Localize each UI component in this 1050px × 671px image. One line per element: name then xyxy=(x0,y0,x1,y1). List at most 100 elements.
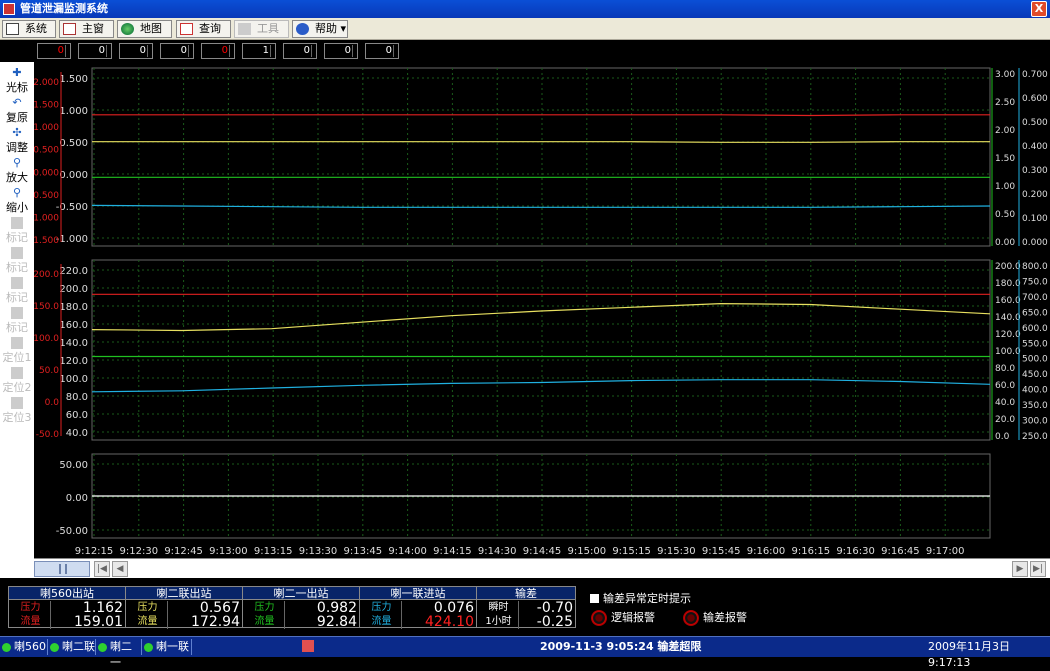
flow-value: 92.84 xyxy=(316,614,357,630)
help-icon xyxy=(296,23,309,35)
mark-icon xyxy=(11,307,23,319)
spinner-2[interactable]: 0 xyxy=(78,43,112,59)
close-button[interactable]: X xyxy=(1031,1,1047,17)
tick-label: 3.00 xyxy=(995,70,1015,80)
spinner-5[interactable]: 0 xyxy=(201,43,235,59)
time-label: 9:15:00 xyxy=(568,546,607,557)
menu-help[interactable]: 帮助 ▾ xyxy=(292,20,348,38)
app-icon xyxy=(3,3,15,15)
pressure-label: 压力 xyxy=(245,601,285,615)
diff-title: 输差 xyxy=(477,587,575,600)
tool-label: 标记 xyxy=(6,321,28,334)
time-label: 9:14:15 xyxy=(433,546,472,557)
time-label: 9:14:45 xyxy=(523,546,562,557)
grip-icon xyxy=(59,564,67,574)
time-label: 9:16:00 xyxy=(747,546,786,557)
tool-8[interactable]: 标记 xyxy=(0,305,34,335)
flow-label: 流量 xyxy=(245,615,285,629)
scroll-prev-arrow[interactable]: ◀ xyxy=(112,561,128,577)
tool-label: 定位1 xyxy=(2,351,32,364)
station-title: 喇二联出站 xyxy=(126,587,242,600)
tick-label: 500.0 xyxy=(1022,355,1048,365)
scroll-next-arrow[interactable]: ▶ xyxy=(1012,561,1028,577)
tick-label: 650.0 xyxy=(1022,308,1048,318)
spinner-6[interactable]: 1 xyxy=(242,43,276,59)
tool-11[interactable]: 定位3 xyxy=(0,395,34,425)
tool-9[interactable]: 定位1 xyxy=(0,335,34,365)
menu-map[interactable]: 地图 xyxy=(117,20,172,38)
spinner-7[interactable]: 0 xyxy=(283,43,317,59)
spinner-3[interactable]: 0 xyxy=(119,43,153,59)
speaker-icon[interactable] xyxy=(302,640,314,652)
tick-label: 40.0 xyxy=(995,398,1015,408)
tick-label: 0.000 xyxy=(59,170,88,181)
tick-label: 750.0 xyxy=(1022,277,1048,287)
tool-4[interactable]: ⚲ 缩小 xyxy=(0,185,34,215)
channel-spinners: 0 0 0 0 0 1 0 0 0 xyxy=(0,40,1050,62)
scroll-left-arrow[interactable]: |◀ xyxy=(94,561,110,577)
spinner-9[interactable]: 0 xyxy=(365,43,399,59)
tick-label: 0.00 xyxy=(995,238,1015,248)
tick-label: 0.0 xyxy=(995,432,1010,442)
tick-label: -1.500 xyxy=(34,236,59,246)
online-dot-icon xyxy=(144,643,153,652)
status-station-1: 喇560 xyxy=(0,639,48,655)
tool-5[interactable]: 标记 xyxy=(0,215,34,245)
tick-label: 0.000 xyxy=(1022,238,1048,248)
tick-label: 120.0 xyxy=(59,356,88,367)
locate-icon xyxy=(11,367,23,379)
zoom-out-icon: ⚲ xyxy=(12,186,22,199)
tool-1[interactable]: ↶ 复原 xyxy=(0,95,34,125)
tool-label: 调整 xyxy=(6,141,28,154)
time-label: 9:17:00 xyxy=(926,546,965,557)
spinner-1[interactable]: 0 xyxy=(37,43,71,59)
globe-icon xyxy=(121,23,134,35)
app-window: 管道泄漏监测系统 X 系统 ▾ 主窗 地图 查询 工具 ▾ 帮助 ▾ 0 xyxy=(0,0,1050,669)
hour-label: 1小时 xyxy=(479,615,519,629)
tick-label: 0.500 xyxy=(59,138,88,149)
tick-label: 0.500 xyxy=(1022,118,1048,128)
tick-label: 400.0 xyxy=(1022,386,1048,396)
tick-label: 50.0 xyxy=(39,366,59,376)
tool-3[interactable]: ⚲ 放大 xyxy=(0,155,34,185)
alarm-led-icon xyxy=(591,610,607,626)
hour-value: -0.25 xyxy=(536,614,573,630)
menu-system[interactable]: 系统 ▾ xyxy=(2,20,56,51)
flow-value: 159.01 xyxy=(74,614,123,630)
time-label: 9:13:15 xyxy=(254,546,293,557)
diff-box: 输差 瞬时 -0.70 1小时 -0.25 xyxy=(476,586,576,630)
tool-10[interactable]: 定位2 xyxy=(0,365,34,395)
flow-label: 流量 xyxy=(11,615,51,629)
checkbox-box[interactable] xyxy=(590,594,599,603)
spinner-4[interactable]: 0 xyxy=(160,43,194,59)
tool-6[interactable]: 标记 xyxy=(0,245,34,275)
time-label: 9:12:45 xyxy=(164,546,203,557)
tool-7[interactable]: 标记 xyxy=(0,275,34,305)
tick-label: 2.50 xyxy=(995,98,1015,108)
scroll-end-arrow[interactable]: ▶| xyxy=(1030,561,1046,577)
scroll-thumb[interactable] xyxy=(34,561,90,577)
time-label: 9:15:30 xyxy=(657,546,696,557)
tool-0[interactable]: ✚ 光标 xyxy=(0,65,34,95)
tick-label: 100.0 xyxy=(34,334,59,344)
tick-label: 120.0 xyxy=(995,330,1021,340)
menu-main[interactable]: 主窗 xyxy=(59,20,114,38)
time-scrollbar[interactable]: |◀ ◀ ▶ ▶| xyxy=(34,558,1050,578)
mark-icon xyxy=(11,217,23,229)
spinner-8[interactable]: 0 xyxy=(324,43,358,59)
menu-tools[interactable]: 工具 ▾ xyxy=(234,20,289,51)
tool-2[interactable]: ✣ 调整 xyxy=(0,125,34,155)
menu-query[interactable]: 查询 xyxy=(176,20,231,38)
tick-label: 1.000 xyxy=(59,106,88,117)
tool-label: 缩小 xyxy=(6,201,28,214)
tick-label: 160.0 xyxy=(995,296,1021,306)
pressure-value: 0.076 xyxy=(433,600,474,616)
diff-timer-checkbox[interactable]: 输差异常定时提示 xyxy=(590,590,691,606)
tick-label: 50.00 xyxy=(59,460,88,471)
flow-value: 424.10 xyxy=(425,614,474,630)
tick-label: 0.600 xyxy=(1022,94,1048,104)
tick-label: 450.0 xyxy=(1022,370,1048,380)
station-panel: 喇560出站 压力 1.162 流量 159.01 喇二联出站 压力 0.567 流量 172.9… xyxy=(0,578,1050,636)
main-window-icon xyxy=(63,23,76,35)
tick-label: 180.0 xyxy=(59,302,88,313)
